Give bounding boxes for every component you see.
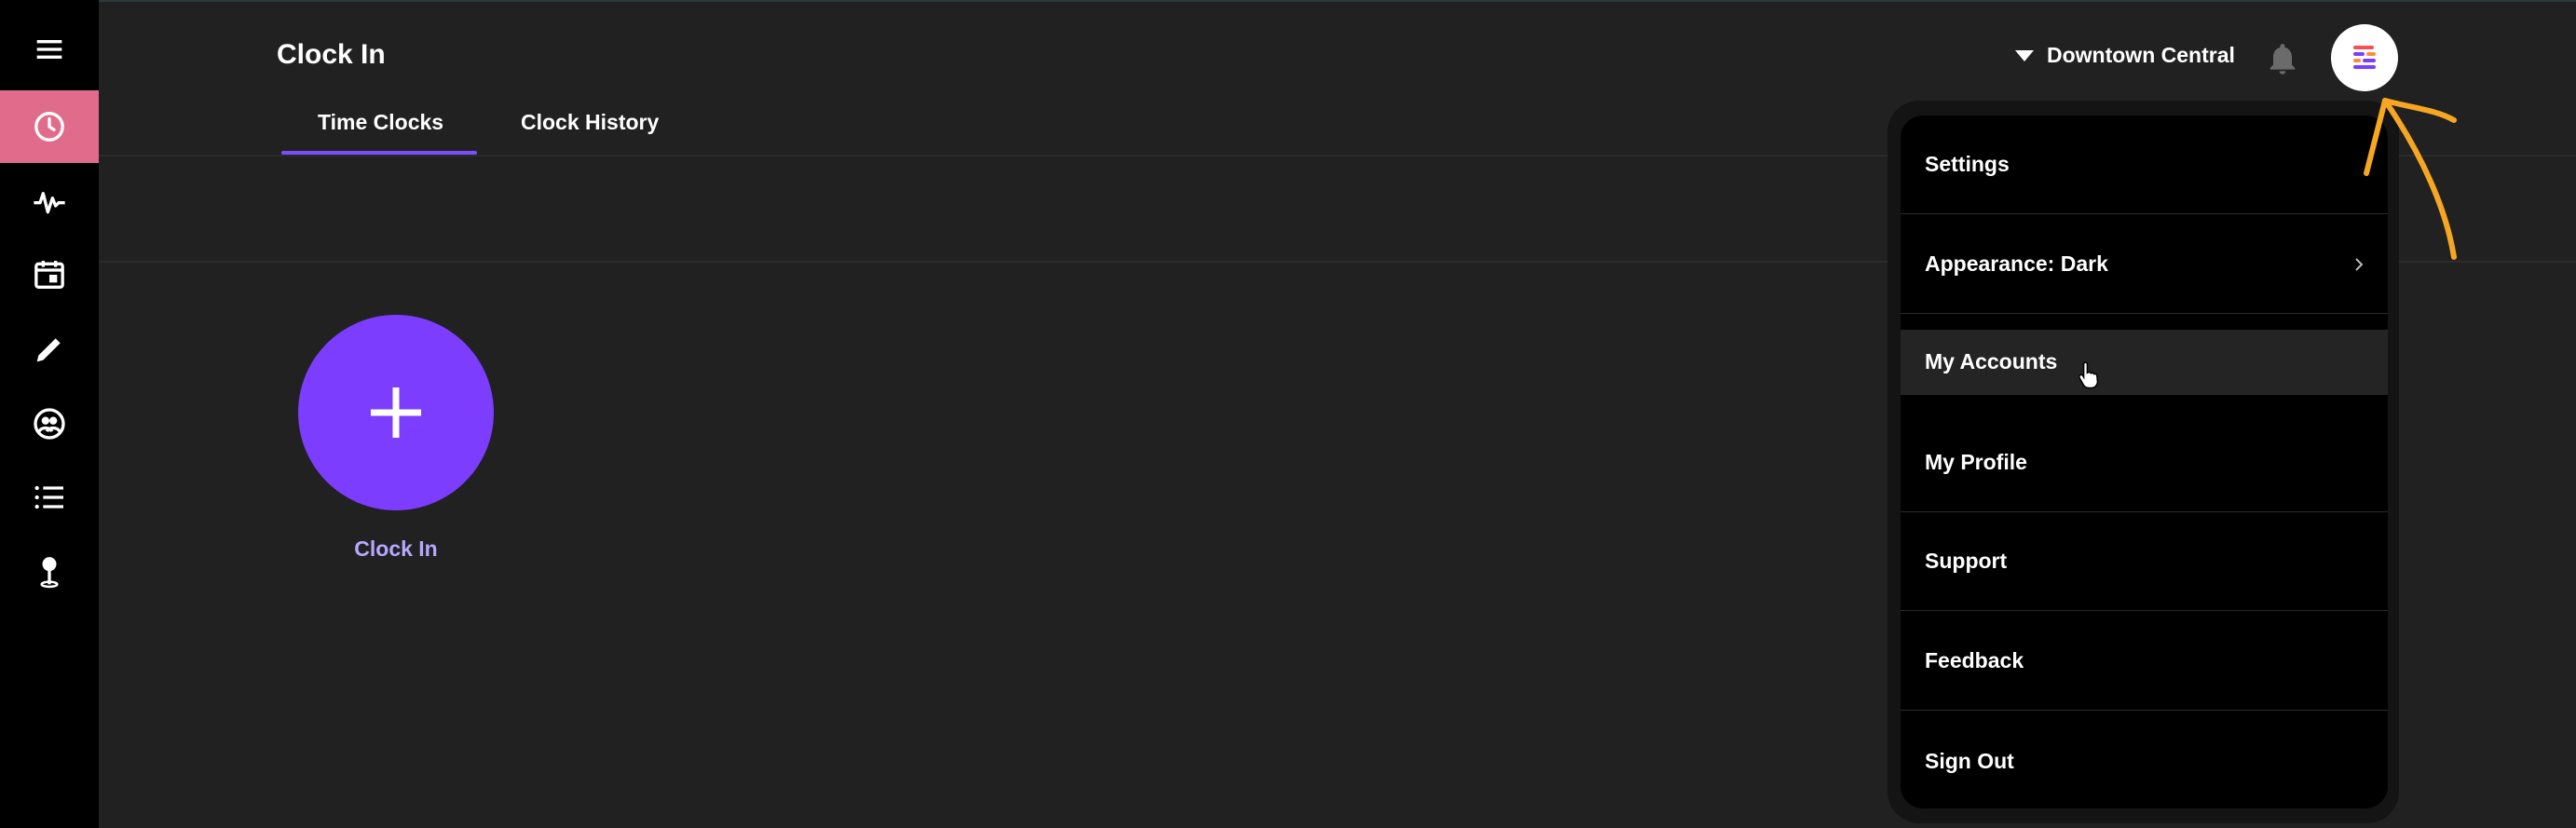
app-root: Clock In Time Clocks Clock History Downt… bbox=[0, 0, 2576, 828]
menu-icon bbox=[36, 40, 62, 59]
menu-item-label: Settings bbox=[1925, 152, 2010, 176]
sidebar-item-clock[interactable] bbox=[0, 90, 99, 163]
menu-item-appearance[interactable]: Appearance: Dark bbox=[1901, 215, 2388, 314]
menu-item-my-profile[interactable]: My Profile bbox=[1901, 414, 2388, 512]
hand-cursor-icon bbox=[2079, 361, 2099, 389]
menu-item-label: My Accounts bbox=[1925, 349, 2058, 373]
location-selector[interactable]: Downtown Central bbox=[2015, 43, 2235, 68]
annotation-arrow-icon bbox=[2364, 98, 2457, 260]
menu-button[interactable] bbox=[0, 13, 99, 86]
team-icon bbox=[34, 408, 65, 440]
menu-item-label: Appearance: Dark bbox=[1925, 251, 2108, 276]
location-name: Downtown Central bbox=[2047, 43, 2235, 67]
menu-item-label: Feedback bbox=[1925, 648, 2024, 672]
user-avatar-button[interactable] bbox=[2331, 24, 2398, 91]
menu-item-support[interactable]: Support bbox=[1901, 512, 2388, 611]
tab-clock-history[interactable]: Clock History bbox=[521, 110, 659, 135]
list-icon bbox=[34, 485, 63, 509]
location-pin-icon bbox=[40, 557, 59, 589]
sidebar-item-schedule[interactable] bbox=[0, 238, 99, 311]
plus-icon bbox=[371, 387, 421, 438]
user-menu: Settings Appearance: Dark My Accounts My… bbox=[1901, 115, 2388, 808]
menu-item-my-accounts[interactable]: My Accounts bbox=[1901, 330, 2388, 395]
menu-item-settings[interactable]: Settings bbox=[1901, 115, 2388, 214]
menu-item-label: Support bbox=[1925, 549, 2008, 573]
menu-item-label: My Profile bbox=[1925, 450, 2027, 474]
sidebar-item-activity[interactable] bbox=[0, 165, 99, 238]
notification-bell-icon[interactable] bbox=[2264, 39, 2301, 78]
page-title: Clock In bbox=[277, 39, 386, 70]
sidebar-item-team[interactable] bbox=[0, 387, 99, 460]
pulse-icon bbox=[34, 192, 65, 214]
sidebar-item-list[interactable] bbox=[0, 461, 99, 534]
clock-in-label[interactable]: Clock In bbox=[298, 536, 494, 562]
calendar-icon bbox=[34, 261, 64, 289]
clock-icon bbox=[34, 112, 64, 142]
sidebar-item-locations[interactable] bbox=[0, 536, 99, 608]
clock-in-button[interactable] bbox=[298, 315, 494, 510]
pencil-icon bbox=[36, 338, 61, 362]
menu-item-feedback[interactable]: Feedback bbox=[1901, 612, 2388, 711]
menu-item-label: Sign Out bbox=[1925, 748, 2014, 773]
menu-item-sign-out[interactable]: Sign Out bbox=[1901, 712, 2388, 808]
brand-logo-icon bbox=[2353, 46, 2376, 69]
tab-time-clocks[interactable]: Time Clocks bbox=[318, 110, 443, 135]
chevron-down-icon bbox=[2015, 49, 2034, 61]
top-border bbox=[0, 0, 2576, 2]
sidebar-item-edit[interactable] bbox=[0, 313, 99, 386]
sidebar bbox=[0, 0, 99, 828]
